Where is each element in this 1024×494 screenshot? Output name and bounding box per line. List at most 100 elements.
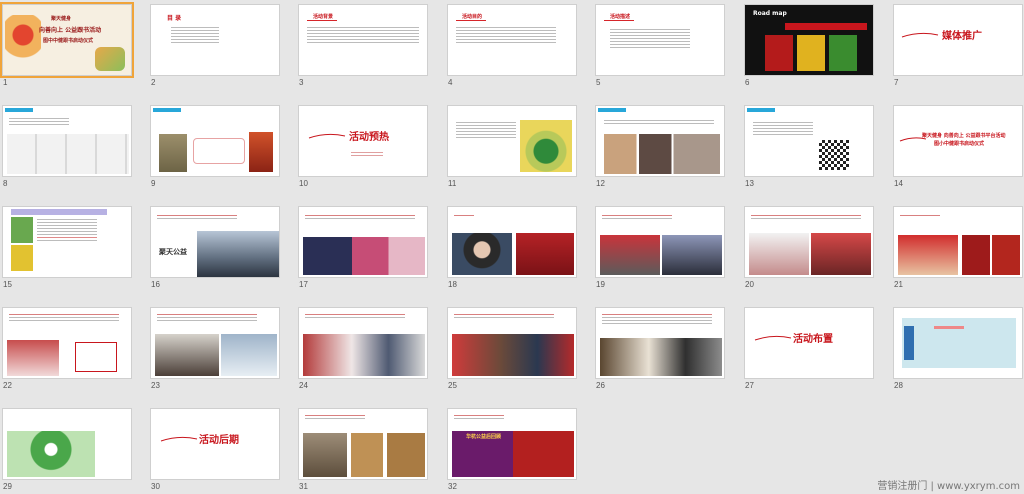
slide-thumb-24[interactable] bbox=[298, 307, 428, 379]
body-lines bbox=[602, 215, 672, 221]
schedule-lines bbox=[37, 219, 97, 243]
slide-number-1: 1 bbox=[3, 78, 8, 87]
body-lines bbox=[305, 415, 365, 421]
slide-thumb-7[interactable]: 媒体推广 bbox=[893, 4, 1023, 76]
slide-thumb-10[interactable]: 活动预热 bbox=[298, 105, 428, 177]
side-block-yellow bbox=[11, 245, 33, 271]
section-tag bbox=[153, 108, 181, 112]
slide-number-21: 21 bbox=[894, 280, 903, 289]
photo-strip bbox=[604, 134, 720, 174]
slide-4-text-1: 活动目的 bbox=[462, 14, 483, 20]
ceremony-photo-2 bbox=[662, 235, 722, 275]
stage-photo bbox=[516, 233, 574, 275]
slide-thumb-2[interactable]: 目 录 bbox=[150, 4, 280, 76]
slide-1-text-2: 向善向上 公益跟书活动 bbox=[39, 27, 102, 34]
slide-number-4: 4 bbox=[448, 78, 453, 87]
slide-thumb-13[interactable] bbox=[744, 105, 874, 177]
slide-thumb-23[interactable] bbox=[150, 307, 280, 379]
slide-thumb-21[interactable] bbox=[893, 206, 1023, 278]
slide-thumb-4[interactable]: 活动目的 bbox=[447, 4, 577, 76]
slide-32-text-1: 华杭公益后回顾 bbox=[466, 434, 502, 440]
title-underline bbox=[456, 20, 486, 21]
slide-number-13: 13 bbox=[745, 179, 754, 188]
body-lines bbox=[753, 122, 813, 137]
slide-number-24: 24 bbox=[299, 381, 308, 390]
slide-14-text-2: 图小中健跟书启动仪式 bbox=[934, 141, 985, 147]
slide-thumb-18[interactable] bbox=[447, 206, 577, 278]
qr-code-image bbox=[819, 140, 849, 170]
mountain-photo bbox=[197, 231, 279, 277]
body-lines bbox=[610, 29, 690, 50]
slide-thumb-16[interactable]: 聚天公益 bbox=[150, 206, 280, 278]
slide-number-2: 2 bbox=[151, 78, 156, 87]
slide-thumb-20[interactable] bbox=[744, 206, 874, 278]
slide-number-19: 19 bbox=[596, 280, 605, 289]
slide-1-text-1: 聚天健身 bbox=[51, 16, 72, 22]
toc-lines bbox=[171, 27, 219, 45]
slide-number-11: 11 bbox=[448, 179, 457, 188]
slide-thumb-3[interactable]: 活动背景 bbox=[298, 4, 428, 76]
slide-thumb-29[interactable] bbox=[2, 408, 132, 480]
slide-thumb-25[interactable] bbox=[447, 307, 577, 379]
box-photo-2 bbox=[387, 433, 425, 477]
body-lines bbox=[157, 314, 257, 323]
installation-photo bbox=[221, 334, 277, 376]
body-lines bbox=[456, 122, 516, 140]
header-band bbox=[11, 209, 107, 215]
slide-thumb-9[interactable] bbox=[150, 105, 280, 177]
slide-thumb-31[interactable] bbox=[298, 408, 428, 480]
slide-14-text-1: 聚天健身 向善向上 公益跟书平台活动 bbox=[922, 133, 1006, 139]
red-swoosh-icon bbox=[308, 133, 346, 139]
slide-thumb-15[interactable] bbox=[2, 206, 132, 278]
slide-thumb-30[interactable]: 活动后期 bbox=[150, 408, 280, 480]
red-swoosh-icon bbox=[754, 335, 792, 341]
slide-number-15: 15 bbox=[3, 280, 12, 289]
slide-thumb-5[interactable]: 活动描述 bbox=[595, 4, 725, 76]
slide-thumb-1[interactable]: 聚天健身 向善向上 公益跟书活动 图中中健跟书启动仪式 bbox=[0, 2, 134, 78]
body-lines bbox=[900, 215, 940, 218]
speaker-photo bbox=[452, 233, 512, 275]
slide-thumb-28[interactable] bbox=[893, 307, 1023, 379]
ceremony-photo-1 bbox=[600, 235, 660, 275]
slide-number-8: 8 bbox=[3, 179, 8, 188]
people-illustration bbox=[95, 47, 125, 71]
heart-hands-image bbox=[5, 15, 41, 65]
slide-number-32: 32 bbox=[448, 482, 457, 491]
slide-thumb-8[interactable] bbox=[2, 105, 132, 177]
slide-thumb-14[interactable]: 聚天健身 向善向上 公益跟书平台活动 图小中健跟书启动仪式 bbox=[893, 105, 1023, 177]
box-photo bbox=[351, 433, 383, 477]
slide-number-31: 31 bbox=[299, 482, 308, 491]
title-underline bbox=[604, 20, 634, 21]
slide-number-18: 18 bbox=[448, 280, 457, 289]
body-lines bbox=[305, 314, 405, 320]
slide-thumb-22[interactable] bbox=[2, 307, 132, 379]
slide-thumb-27[interactable]: 活动布置 bbox=[744, 307, 874, 379]
body-lines bbox=[602, 314, 712, 326]
certificate-image-1 bbox=[962, 235, 990, 275]
body-lines bbox=[751, 215, 861, 221]
slide-number-20: 20 bbox=[745, 280, 754, 289]
slide-thumb-17[interactable] bbox=[298, 206, 428, 278]
roadmap-col-green bbox=[829, 35, 857, 71]
slide-thumb-11[interactable] bbox=[447, 105, 577, 177]
slide-thumb-32[interactable]: 华杭公益后回顾 bbox=[447, 408, 577, 480]
slide-thumb-6[interactable]: Road map bbox=[744, 4, 874, 76]
calligraphy-poster bbox=[520, 120, 572, 172]
slide-thumb-12[interactable] bbox=[595, 105, 725, 177]
slide-number-26: 26 bbox=[596, 381, 605, 390]
crowd-photo bbox=[452, 334, 574, 376]
host-photo bbox=[749, 233, 809, 275]
slide-thumb-19[interactable] bbox=[595, 206, 725, 278]
slide-2-text-1: 目 录 bbox=[167, 15, 182, 22]
slide-number-12: 12 bbox=[596, 179, 605, 188]
street-photo bbox=[155, 334, 219, 376]
screenshots-collage bbox=[7, 134, 129, 174]
slide-number-5: 5 bbox=[596, 78, 601, 87]
slide-number-30: 30 bbox=[151, 482, 160, 491]
books-photo-1 bbox=[303, 433, 347, 477]
slide-thumb-26[interactable] bbox=[595, 307, 725, 379]
roadmap-col-red bbox=[765, 35, 793, 71]
side-block-green bbox=[11, 217, 33, 243]
body-lines bbox=[604, 120, 714, 126]
booth-photo bbox=[7, 431, 95, 477]
